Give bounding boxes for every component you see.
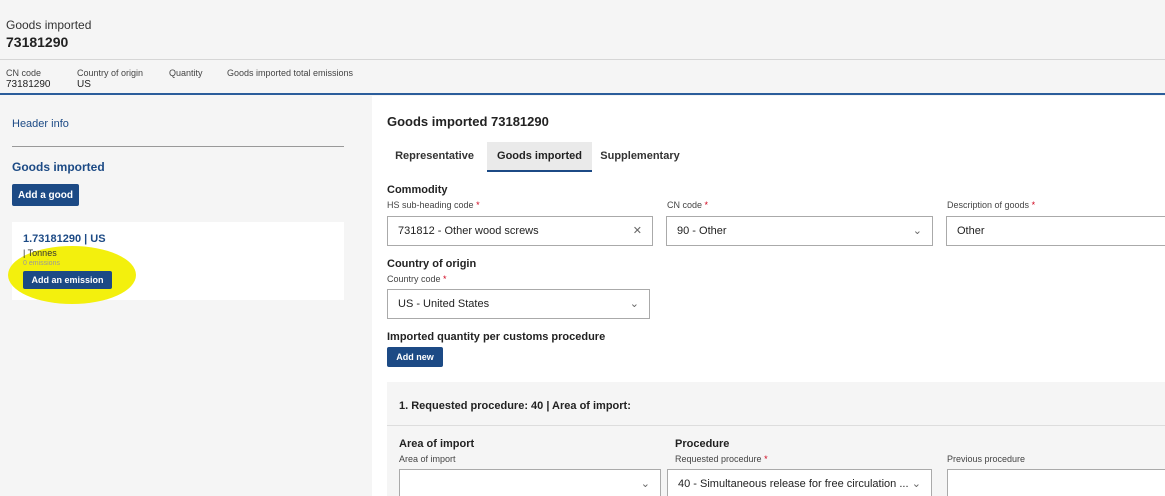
sidebar: Header info Goods imported Add a good 1.… [0,96,372,496]
cn-code-select[interactable]: 90 - Other ⌄ [666,216,933,246]
procedure-title: 1. Requested procedure: 40 | Area of imp… [399,400,631,412]
cn-code-label: CN code * [667,200,709,210]
good-card-emissions: 0 emissions [23,260,60,267]
add-new-button[interactable]: Add new [387,347,443,367]
tab-representative[interactable]: Representative [387,142,482,172]
clear-icon[interactable]: ✕ [633,217,642,245]
chevron-down-icon: ⌄ [912,225,922,237]
summary-quantity: Quantity [169,68,203,79]
cn-code-label-text: CN code [667,200,703,210]
chevron-down-icon: ⌄ [640,478,650,490]
top-bar: Goods imported 73181290 CN code 73181290… [0,0,1165,96]
description-value: Other [957,225,985,237]
summary-bar: CN code 73181290 Country of origin US Qu… [0,62,1165,95]
origin-heading: Country of origin [387,258,477,270]
description-label: Description of goods * [947,200,1036,210]
add-good-button[interactable]: Add a good [12,184,79,206]
previous-procedure-field[interactable] [947,469,1165,496]
summary-cn-code-value: 73181290 [6,79,51,90]
country-code-value: US - United States [398,298,490,310]
summary-emissions-label: Goods imported total emissions [227,68,354,78]
requested-procedure-label-text: Requested procedure [675,454,762,464]
summary-emissions: Goods imported total emissions [227,68,353,79]
description-field[interactable]: Other [946,216,1165,246]
procedure-panel-header[interactable]: 1. Requested procedure: 40 | Area of imp… [387,382,1165,426]
area-select[interactable]: ⌄ [399,469,661,496]
hs-code-label: HS sub-heading code * [387,200,480,210]
page-title: 73181290 [6,34,69,50]
main-title: Goods imported 73181290 [387,114,549,129]
sidebar-item-goods-imported[interactable]: Goods imported [12,160,105,174]
add-emission-button[interactable]: Add an emission [23,271,112,289]
title-box: Goods imported 73181290 [0,8,1165,60]
cn-code-value: 90 - Other [677,225,727,237]
sidebar-divider [12,146,344,147]
page-label: Goods imported [6,18,92,32]
requested-procedure-label: Requested procedure * [675,454,768,464]
good-card-unit: | Tonnes [23,248,57,258]
summary-cn-code: CN code 73181290 [6,68,51,90]
quantity-heading: Imported quantity per customs procedure [387,331,606,343]
summary-country-label: Country of origin [77,68,144,78]
summary-quantity-label: Quantity [169,68,203,78]
summary-country-value: US [77,79,91,90]
summary-cn-code-label: CN code [6,68,42,78]
country-code-select[interactable]: US - United States ⌄ [387,289,650,319]
tab-supplementary[interactable]: Supplementary [594,142,686,172]
hs-code-field[interactable]: 731812 - Other wood screws ✕ [387,216,653,246]
main-content: Goods imported 73181290 Representative G… [372,96,1165,496]
country-code-label: Country code * [387,274,447,284]
previous-procedure-label: Previous procedure [947,454,1026,464]
area-label: Area of import [399,454,456,464]
hs-code-label-text: HS sub-heading code [387,200,474,210]
procedure-panel: 1. Requested procedure: 40 | Area of imp… [387,382,1165,496]
country-code-label-text: Country code [387,274,441,284]
area-heading: Area of import [399,438,475,450]
chevron-down-icon: ⌄ [911,478,921,490]
sidebar-item-header-info[interactable]: Header info [12,118,69,130]
procedure-heading: Procedure [675,438,730,450]
summary-country: Country of origin US [77,68,143,90]
hs-code-value: 731812 - Other wood screws [398,225,539,237]
commodity-heading: Commodity [387,184,448,196]
tab-goods-imported[interactable]: Goods imported [487,142,592,172]
requested-procedure-select[interactable]: 40 - Simultaneous release for free circu… [667,469,932,496]
good-card-title[interactable]: 1.73181290 | US [23,233,106,245]
requested-procedure-value: 40 - Simultaneous release for free circu… [678,478,909,490]
description-label-text: Description of goods [947,200,1030,210]
chevron-down-icon: ⌄ [629,298,639,310]
